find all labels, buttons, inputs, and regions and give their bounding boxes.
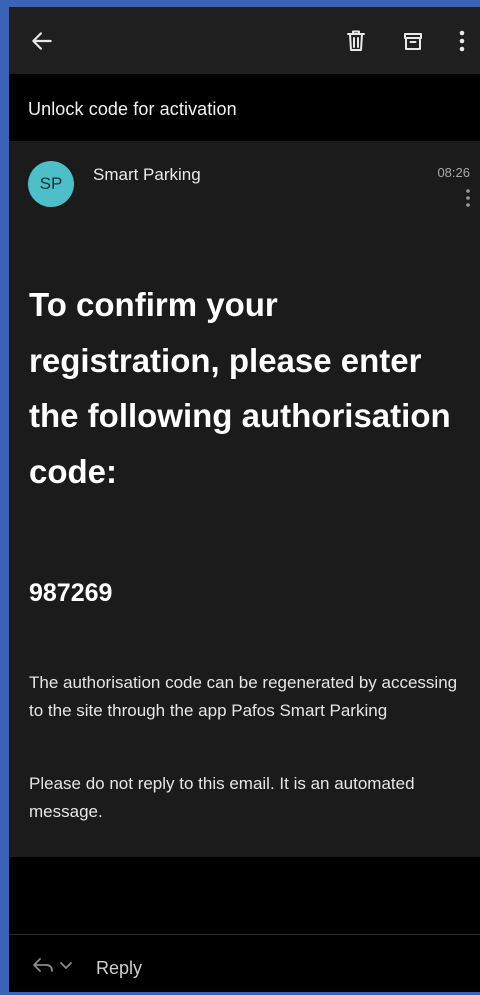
delete-button[interactable] [339,24,373,58]
archive-button[interactable] [396,24,430,58]
body-paragraph: Please do not reply to this email. It is… [29,774,415,821]
sender-name[interactable]: Smart Parking [93,165,201,185]
chevron-down-icon [60,962,72,969]
message-time: 08:26 [437,165,470,180]
reply-bar: Reply [9,857,480,992]
reply-arrow-icon [33,958,53,972]
back-button[interactable] [25,24,59,58]
top-toolbar [9,7,480,74]
more-vertical-icon [459,30,465,52]
subject-bar: Unlock code for activation [9,74,480,141]
authorisation-code: 987269 [29,579,113,607]
reply-button[interactable]: Reply [96,958,142,979]
message-card: SP Smart Parking 08:26 To confirm your r… [9,141,480,857]
avatar-initials: SP [39,174,63,193]
email-headline: To confirm your registration, please ent… [29,286,451,490]
more-options-button[interactable] [445,24,479,58]
email-view-frame: Unlock code for activation SP Smart Park… [0,0,480,995]
divider [9,934,480,935]
message-more-button[interactable] [458,185,478,211]
email-subject: Unlock code for activation [28,99,237,119]
avatar[interactable]: SP [28,161,74,207]
more-vertical-icon [466,189,470,207]
back-arrow-icon [32,32,52,50]
archive-icon [404,33,422,50]
reply-options-button[interactable] [31,955,73,975]
body-paragraph: The authorisation code can be regenerate… [29,673,458,720]
trash-icon [347,30,365,51]
